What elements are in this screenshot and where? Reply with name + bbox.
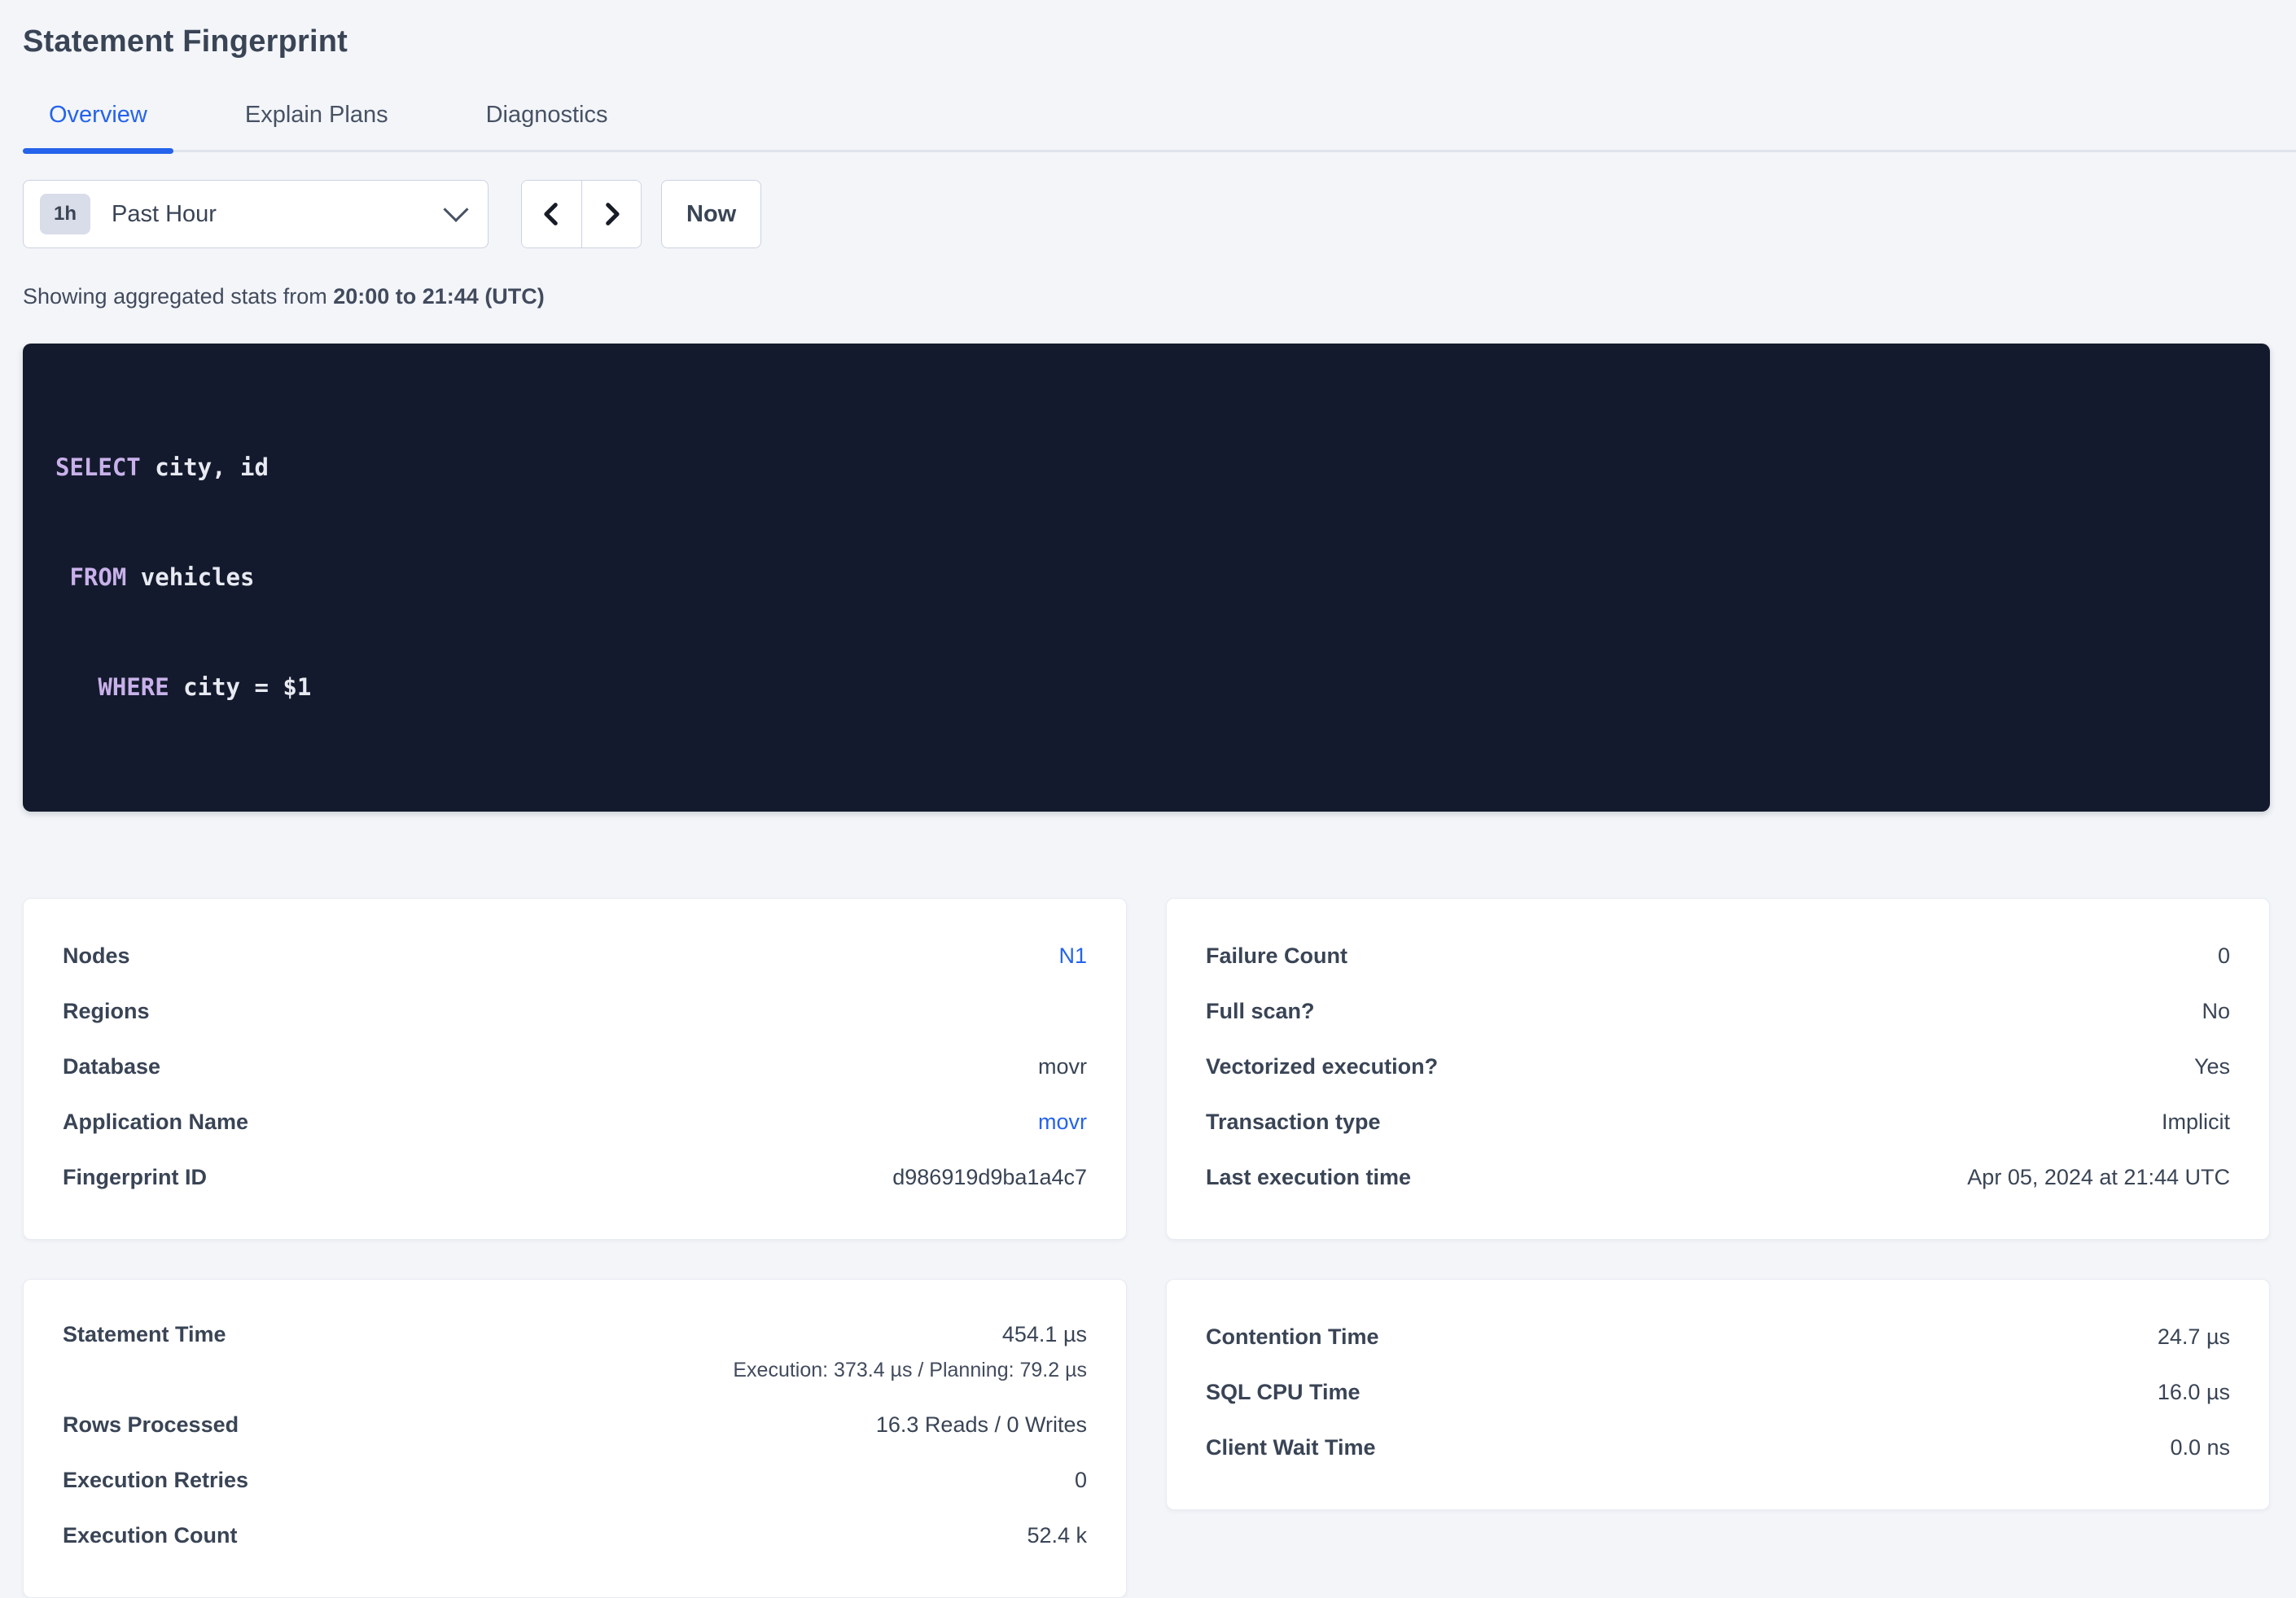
statement-time-values: 454.1 µs Execution: 373.4 µs / Planning:… [733, 1322, 1087, 1382]
vectorized-execution-label: Vectorized execution? [1206, 1054, 1438, 1079]
table-row: Rows Processed 16.3 Reads / 0 Writes [63, 1397, 1087, 1452]
rows-processed-label: Rows Processed [63, 1412, 239, 1438]
chevron-left-icon [538, 200, 566, 228]
fingerprint-id-label: Fingerprint ID [63, 1165, 207, 1190]
statement-details-card: Nodes N1 Regions Database movr Applicati… [23, 898, 1127, 1240]
sql-text: vehicles [126, 563, 254, 591]
table-row: Nodes N1 [63, 928, 1087, 983]
execution-count-label: Execution Count [63, 1523, 238, 1548]
last-execution-time-label: Last execution time [1206, 1165, 1411, 1190]
tab-bar: Overview Explain Plans Diagnostics [23, 102, 2296, 152]
execution-retries-value: 0 [1075, 1468, 1087, 1493]
regions-label: Regions [63, 999, 150, 1024]
table-row: Contention Time 24.7 µs [1206, 1309, 2230, 1364]
contention-time-label: Contention Time [1206, 1324, 1379, 1350]
table-row: Database movr [63, 1039, 1087, 1094]
sql-keyword: WHERE [98, 673, 169, 701]
sql-line: SELECT city, id [55, 449, 2237, 486]
transaction-type-value: Implicit [2162, 1110, 2230, 1135]
table-row: Fingerprint ID d986919d9ba1a4c7 [63, 1149, 1087, 1205]
failure-count-value: 0 [2218, 943, 2230, 969]
statement-fingerprint-page: Statement Fingerprint Overview Explain P… [0, 0, 2296, 1598]
interval-pager [521, 180, 642, 248]
statement-time-value: 454.1 µs [733, 1322, 1087, 1347]
database-label: Database [63, 1054, 160, 1079]
execution-retries-label: Execution Retries [63, 1468, 248, 1493]
sql-text: city, id [141, 453, 269, 481]
nodes-label: Nodes [63, 943, 130, 969]
interval-badge: 1h [40, 194, 90, 234]
last-execution-time-value: Apr 05, 2024 at 21:44 UTC [1967, 1165, 2230, 1190]
table-row: Full scan? No [1206, 983, 2230, 1039]
rows-processed-value: 16.3 Reads / 0 Writes [876, 1412, 1087, 1438]
aggregated-stats-summary: Showing aggregated stats from 20:00 to 2… [23, 284, 2270, 309]
table-row: Vectorized execution? Yes [1206, 1039, 2230, 1094]
sql-cpu-time-label: SQL CPU Time [1206, 1380, 1361, 1405]
latency-stats-card: Contention Time 24.7 µs SQL CPU Time 16.… [1166, 1279, 2270, 1510]
contention-time-value: 24.7 µs [2158, 1324, 2230, 1350]
statement-attributes-card: Failure Count 0 Full scan? No Vectorized… [1166, 898, 2270, 1240]
sql-cpu-time-value: 16.0 µs [2158, 1380, 2230, 1405]
client-wait-time-value: 0.0 ns [2170, 1435, 2230, 1460]
table-row: Execution Count 52.4 k [63, 1508, 1087, 1563]
sql-keyword: FROM [69, 563, 126, 591]
client-wait-time-label: Client Wait Time [1206, 1435, 1376, 1460]
statement-sql-box: SELECT city, id FROM vehicles WHERE city… [23, 344, 2270, 812]
application-name-link[interactable]: movr [1038, 1110, 1087, 1135]
table-row: Transaction type Implicit [1206, 1094, 2230, 1149]
sql-indent [55, 673, 98, 701]
table-row: Statement Time 454.1 µs Execution: 373.4… [63, 1309, 1087, 1397]
now-button[interactable]: Now [661, 180, 761, 248]
sql-keyword: SELECT [55, 453, 141, 481]
tab-overview[interactable]: Overview [23, 102, 173, 150]
execution-stats-card: Statement Time 454.1 µs Execution: 373.4… [23, 1279, 1127, 1598]
time-interval-select[interactable]: 1h Past Hour [23, 180, 489, 248]
sql-line: FROM vehicles [55, 559, 2237, 596]
stats-summary-prefix: Showing aggregated stats from [23, 284, 333, 309]
interval-label: Past Hour [112, 201, 217, 228]
time-controls: 1h Past Hour Now [23, 180, 2270, 248]
timing-latency-row: Statement Time 454.1 µs Execution: 373.4… [23, 1279, 2270, 1598]
failure-count-label: Failure Count [1206, 943, 1347, 969]
table-row: Last execution time Apr 05, 2024 at 21:4… [1206, 1149, 2230, 1205]
next-interval-button[interactable] [581, 181, 641, 247]
statement-time-label: Statement Time [63, 1322, 226, 1347]
database-value: movr [1038, 1054, 1087, 1079]
sql-indent [55, 563, 69, 591]
sql-text: city = $1 [169, 673, 312, 701]
table-row: Failure Count 0 [1206, 928, 2230, 983]
prev-interval-button[interactable] [522, 181, 581, 247]
execution-count-value: 52.4 k [1027, 1523, 1087, 1548]
page-title: Statement Fingerprint [23, 24, 2270, 59]
table-row: Application Name movr [63, 1094, 1087, 1149]
details-attributes-row: Nodes N1 Regions Database movr Applicati… [23, 898, 2270, 1240]
application-name-label: Application Name [63, 1110, 248, 1135]
fingerprint-id-value: d986919d9ba1a4c7 [892, 1165, 1087, 1190]
table-row: Execution Retries 0 [63, 1452, 1087, 1508]
vectorized-execution-value: Yes [2194, 1054, 2230, 1079]
table-row: SQL CPU Time 16.0 µs [1206, 1364, 2230, 1420]
table-row: Client Wait Time 0.0 ns [1206, 1420, 2230, 1475]
chevron-right-icon [598, 200, 625, 228]
full-scan-value: No [2202, 999, 2230, 1024]
transaction-type-label: Transaction type [1206, 1110, 1381, 1135]
chevron-down-icon [443, 197, 468, 222]
tab-diagnostics[interactable]: Diagnostics [460, 102, 634, 150]
statement-time-breakdown: Execution: 373.4 µs / Planning: 79.2 µs [733, 1359, 1087, 1382]
table-row: Regions [63, 983, 1087, 1039]
stats-summary-range: 20:00 to 21:44 (UTC) [333, 284, 545, 309]
node-link[interactable]: N1 [1058, 943, 1087, 969]
full-scan-label: Full scan? [1206, 999, 1315, 1024]
sql-line: WHERE city = $1 [55, 669, 2237, 706]
tab-explain-plans[interactable]: Explain Plans [219, 102, 414, 150]
